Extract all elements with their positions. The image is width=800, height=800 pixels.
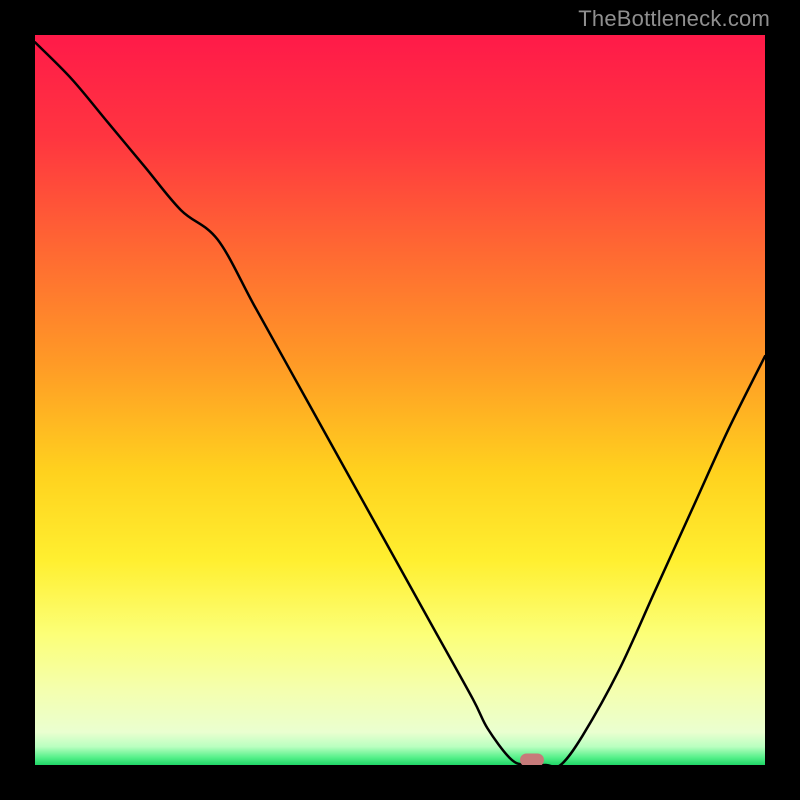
bottleneck-curve [35, 42, 765, 765]
chart-frame: TheBottleneck.com [0, 0, 800, 800]
curve-layer [35, 35, 765, 765]
optimal-marker [520, 754, 544, 766]
watermark-text: TheBottleneck.com [578, 6, 770, 32]
plot-area [35, 35, 765, 765]
